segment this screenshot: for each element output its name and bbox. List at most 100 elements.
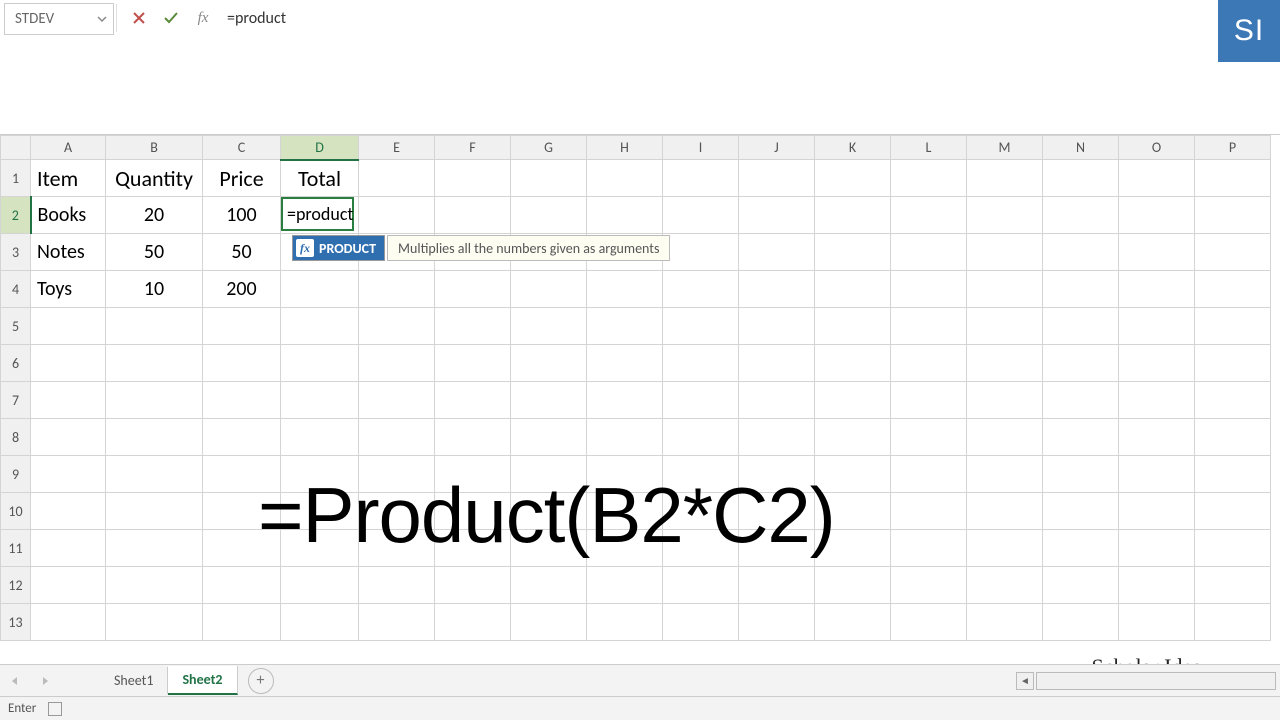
cell-K8[interactable] — [815, 419, 891, 456]
column-header-C[interactable]: C — [203, 136, 281, 160]
cell-O2[interactable] — [1119, 197, 1195, 234]
cell-C13[interactable] — [203, 604, 281, 641]
cell-K13[interactable] — [815, 604, 891, 641]
cell-P3[interactable] — [1195, 234, 1271, 271]
cell-L5[interactable] — [891, 308, 967, 345]
cell-B2[interactable]: 20 — [106, 197, 203, 234]
cell-L10[interactable] — [891, 493, 967, 530]
column-header-M[interactable]: M — [967, 136, 1043, 160]
column-header-J[interactable]: J — [739, 136, 815, 160]
cell-O7[interactable] — [1119, 382, 1195, 419]
cell-M13[interactable] — [967, 604, 1043, 641]
cell-F6[interactable] — [435, 345, 511, 382]
cell-A11[interactable] — [31, 530, 106, 567]
cell-K2[interactable] — [815, 197, 891, 234]
cell-M10[interactable] — [967, 493, 1043, 530]
column-header-E[interactable]: E — [359, 136, 435, 160]
cell-F13[interactable] — [435, 604, 511, 641]
cell-K7[interactable] — [815, 382, 891, 419]
cell-C12[interactable] — [203, 567, 281, 604]
cell-E8[interactable] — [359, 419, 435, 456]
cell-M6[interactable] — [967, 345, 1043, 382]
cell-N5[interactable] — [1043, 308, 1119, 345]
cell-I13[interactable] — [663, 604, 739, 641]
cell-G5[interactable] — [511, 308, 587, 345]
formula-input[interactable]: =product — [227, 9, 286, 28]
cell-I12[interactable] — [663, 567, 739, 604]
cell-H7[interactable] — [587, 382, 663, 419]
cell-D13[interactable] — [281, 604, 359, 641]
cell-K6[interactable] — [815, 345, 891, 382]
cell-A9[interactable] — [31, 456, 106, 493]
enter-button[interactable] — [155, 2, 187, 34]
cell-I2[interactable] — [663, 197, 739, 234]
cell-H5[interactable] — [587, 308, 663, 345]
tab-nav-prev[interactable] — [2, 668, 28, 694]
cell-E13[interactable] — [359, 604, 435, 641]
column-header-K[interactable]: K — [815, 136, 891, 160]
row-header-5[interactable]: 5 — [1, 308, 31, 345]
cell-L9[interactable] — [891, 456, 967, 493]
cell-N4[interactable] — [1043, 271, 1119, 308]
cell-J8[interactable] — [739, 419, 815, 456]
column-header-P[interactable]: P — [1195, 136, 1271, 160]
horizontal-scrollbar[interactable]: ◄ — [1016, 672, 1276, 690]
cell-B10[interactable] — [106, 493, 203, 530]
spreadsheet-grid[interactable]: ABCDEFGHIJKLMNOP1ItemQuantityPriceTotal2… — [0, 135, 1280, 641]
cell-M2[interactable] — [967, 197, 1043, 234]
column-header-F[interactable]: F — [435, 136, 511, 160]
cell-J2[interactable] — [739, 197, 815, 234]
column-header-N[interactable]: N — [1043, 136, 1119, 160]
row-header-8[interactable]: 8 — [1, 419, 31, 456]
cell-E1[interactable] — [359, 160, 435, 197]
cell-G2[interactable] — [511, 197, 587, 234]
cell-P1[interactable] — [1195, 160, 1271, 197]
cell-I7[interactable] — [663, 382, 739, 419]
cell-K4[interactable] — [815, 271, 891, 308]
cell-F5[interactable] — [435, 308, 511, 345]
cell-editor[interactable]: =product — [281, 197, 354, 231]
cell-N9[interactable] — [1043, 456, 1119, 493]
cell-A10[interactable] — [31, 493, 106, 530]
cell-B12[interactable] — [106, 567, 203, 604]
cell-L11[interactable] — [891, 530, 967, 567]
add-sheet-button[interactable]: + — [248, 668, 274, 694]
cell-A8[interactable] — [31, 419, 106, 456]
cell-M12[interactable] — [967, 567, 1043, 604]
cell-N2[interactable] — [1043, 197, 1119, 234]
cell-J13[interactable] — [739, 604, 815, 641]
cell-D12[interactable] — [281, 567, 359, 604]
cell-K12[interactable] — [815, 567, 891, 604]
cell-H12[interactable] — [587, 567, 663, 604]
cell-O4[interactable] — [1119, 271, 1195, 308]
cell-A12[interactable] — [31, 567, 106, 604]
cell-G6[interactable] — [511, 345, 587, 382]
macro-record-icon[interactable] — [48, 702, 62, 716]
cell-B11[interactable] — [106, 530, 203, 567]
cell-A1[interactable]: Item — [31, 160, 106, 197]
cell-L2[interactable] — [891, 197, 967, 234]
cell-J1[interactable] — [739, 160, 815, 197]
cell-J5[interactable] — [739, 308, 815, 345]
cell-F7[interactable] — [435, 382, 511, 419]
row-header-4[interactable]: 4 — [1, 271, 31, 308]
cell-B8[interactable] — [106, 419, 203, 456]
row-header-12[interactable]: 12 — [1, 567, 31, 604]
cell-B9[interactable] — [106, 456, 203, 493]
cell-J12[interactable] — [739, 567, 815, 604]
cell-N6[interactable] — [1043, 345, 1119, 382]
name-box[interactable]: STDEV — [4, 3, 114, 35]
cell-D4[interactable] — [281, 271, 359, 308]
column-header-G[interactable]: G — [511, 136, 587, 160]
cell-C5[interactable] — [203, 308, 281, 345]
column-header-B[interactable]: B — [106, 136, 203, 160]
cell-A7[interactable] — [31, 382, 106, 419]
row-header-11[interactable]: 11 — [1, 530, 31, 567]
cell-F4[interactable] — [435, 271, 511, 308]
cell-M1[interactable] — [967, 160, 1043, 197]
cell-M4[interactable] — [967, 271, 1043, 308]
cell-N8[interactable] — [1043, 419, 1119, 456]
cell-D7[interactable] — [281, 382, 359, 419]
cell-P2[interactable] — [1195, 197, 1271, 234]
cell-O6[interactable] — [1119, 345, 1195, 382]
